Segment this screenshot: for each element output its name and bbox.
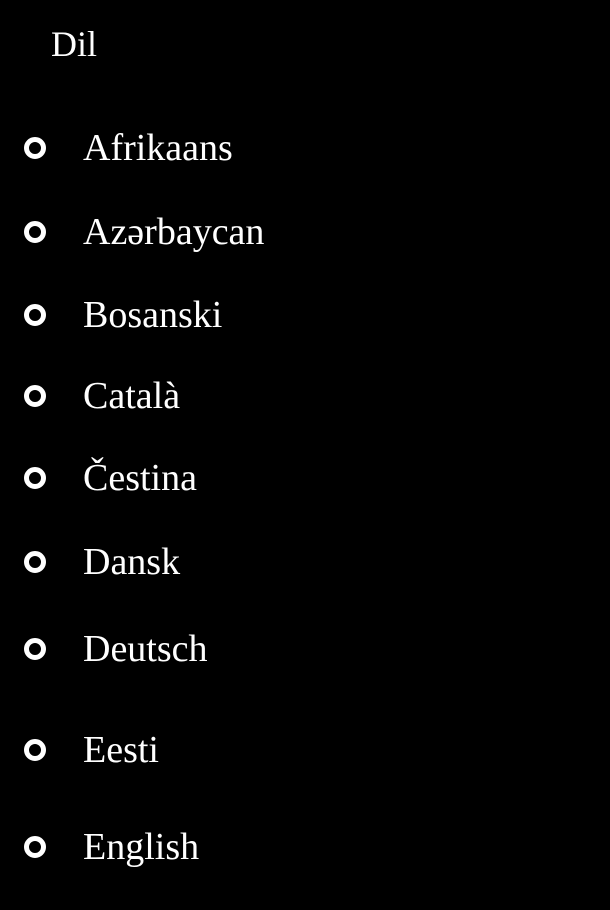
language-label: Deutsch — [83, 628, 208, 670]
language-radio-list: Afrikaans Azərbaycan Bosanski Català Čes… — [0, 0, 610, 910]
radio-button[interactable] — [24, 836, 46, 858]
radio-button[interactable] — [24, 385, 46, 407]
radio-button[interactable] — [24, 638, 46, 660]
language-option-cestina[interactable]: Čestina — [24, 453, 197, 503]
language-label: Bosanski — [83, 294, 223, 336]
language-label: Eesti — [83, 729, 159, 771]
language-option-catala[interactable]: Català — [24, 371, 180, 421]
language-option-deutsch[interactable]: Deutsch — [24, 624, 208, 674]
language-label: Afrikaans — [83, 127, 233, 169]
language-option-azerbaycan[interactable]: Azərbaycan — [24, 207, 264, 257]
radio-button[interactable] — [24, 467, 46, 489]
radio-button[interactable] — [24, 551, 46, 573]
language-label: English — [83, 826, 200, 868]
radio-button[interactable] — [24, 137, 46, 159]
language-option-eesti[interactable]: Eesti — [24, 725, 159, 775]
language-option-dansk[interactable]: Dansk — [24, 537, 180, 587]
language-option-afrikaans[interactable]: Afrikaans — [24, 123, 233, 173]
language-label: Čestina — [83, 457, 197, 499]
radio-button[interactable] — [24, 739, 46, 761]
language-option-english[interactable]: English — [24, 822, 199, 872]
language-label: Català — [83, 375, 181, 417]
language-label: Dansk — [83, 541, 181, 583]
language-label: Azərbaycan — [83, 211, 265, 253]
radio-button[interactable] — [24, 304, 46, 326]
radio-button[interactable] — [24, 221, 46, 243]
language-option-bosanski[interactable]: Bosanski — [24, 290, 222, 340]
